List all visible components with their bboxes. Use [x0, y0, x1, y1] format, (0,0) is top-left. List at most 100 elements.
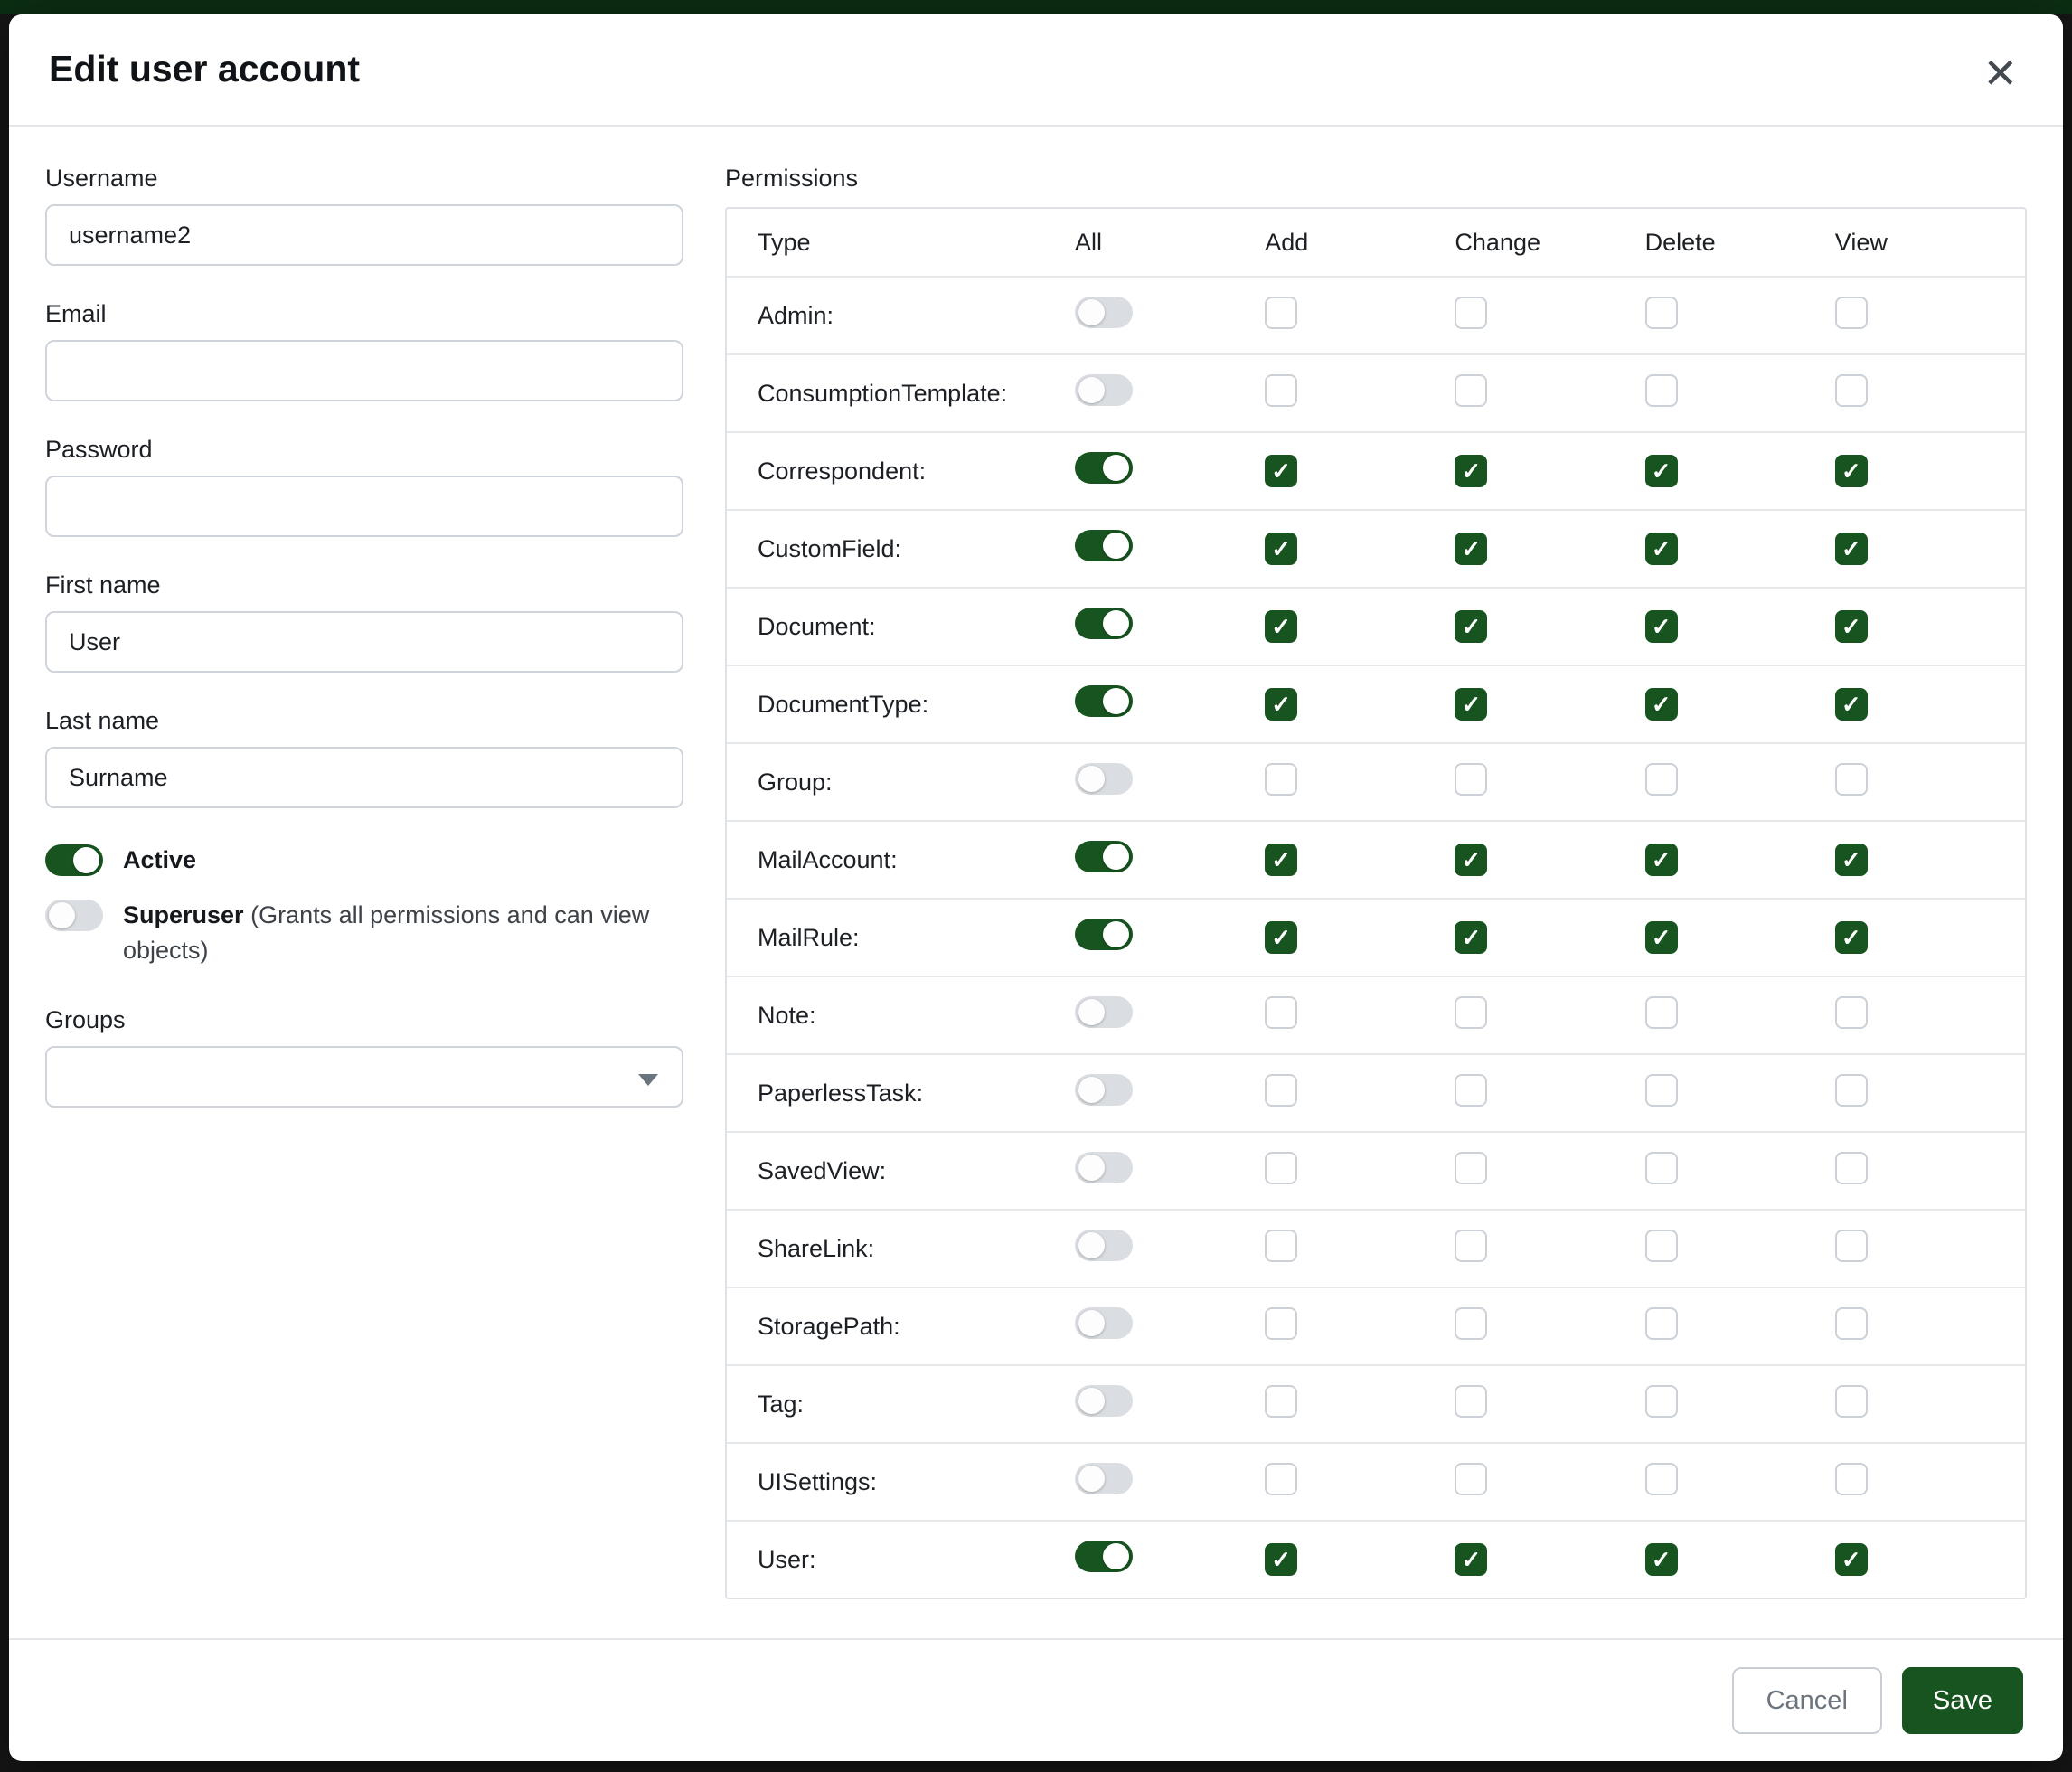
permission-view-checkbox[interactable]: [1835, 1385, 1868, 1418]
permission-all-toggle[interactable]: [1075, 841, 1133, 872]
permission-change-checkbox[interactable]: [1455, 1307, 1487, 1340]
permission-add-checkbox[interactable]: [1265, 374, 1297, 407]
permission-view-checkbox[interactable]: [1835, 996, 1868, 1029]
permission-all-toggle[interactable]: [1075, 608, 1133, 639]
permission-delete-checkbox[interactable]: [1645, 996, 1678, 1029]
permission-add-checkbox[interactable]: [1265, 921, 1297, 954]
permission-all-toggle[interactable]: [1075, 530, 1133, 561]
permission-view-checkbox[interactable]: [1835, 1074, 1868, 1107]
permission-all-toggle[interactable]: [1075, 374, 1133, 406]
permission-change-checkbox[interactable]: [1455, 996, 1487, 1029]
permission-add-checkbox[interactable]: [1265, 1307, 1297, 1340]
permission-add-checkbox[interactable]: [1265, 297, 1297, 329]
permission-all-toggle[interactable]: [1075, 1074, 1133, 1106]
permission-add-checkbox[interactable]: [1265, 1230, 1297, 1262]
permission-delete-checkbox[interactable]: [1645, 610, 1678, 643]
permission-type: Note:: [727, 1002, 1075, 1030]
permission-view-checkbox[interactable]: [1835, 688, 1868, 721]
permission-delete-checkbox[interactable]: [1645, 921, 1678, 954]
permission-add-checkbox[interactable]: [1265, 763, 1297, 796]
permission-delete-checkbox[interactable]: [1645, 1543, 1678, 1576]
permission-view-checkbox[interactable]: [1835, 374, 1868, 407]
permission-add-checkbox[interactable]: [1265, 1385, 1297, 1418]
permission-change-checkbox[interactable]: [1455, 374, 1487, 407]
permission-view-checkbox[interactable]: [1835, 1543, 1868, 1576]
permission-add-checkbox[interactable]: [1265, 455, 1297, 487]
permission-view-checkbox[interactable]: [1835, 610, 1868, 643]
email-field[interactable]: [45, 340, 683, 401]
permission-add-checkbox[interactable]: [1265, 1543, 1297, 1576]
close-button[interactable]: ✕: [1977, 49, 2023, 98]
active-toggle[interactable]: [45, 844, 103, 876]
permission-add-checkbox[interactable]: [1265, 844, 1297, 876]
permission-all-toggle[interactable]: [1075, 1307, 1133, 1339]
superuser-toggle[interactable]: [45, 900, 103, 931]
permission-view-checkbox[interactable]: [1835, 297, 1868, 329]
permission-delete-checkbox[interactable]: [1645, 844, 1678, 876]
permission-change-checkbox[interactable]: [1455, 1152, 1487, 1184]
permission-all-toggle[interactable]: [1075, 1385, 1133, 1417]
permission-all-toggle[interactable]: [1075, 1152, 1133, 1183]
permission-change-checkbox[interactable]: [1455, 455, 1487, 487]
permission-all-toggle[interactable]: [1075, 1230, 1133, 1261]
permission-view-checkbox[interactable]: [1835, 455, 1868, 487]
permission-change-checkbox[interactable]: [1455, 1074, 1487, 1107]
permission-all-toggle[interactable]: [1075, 452, 1133, 484]
permission-change-checkbox[interactable]: [1455, 763, 1487, 796]
save-button[interactable]: Save: [1902, 1667, 2023, 1734]
permission-delete-checkbox[interactable]: [1645, 455, 1678, 487]
permission-delete-checkbox[interactable]: [1645, 297, 1678, 329]
permission-view-checkbox[interactable]: [1835, 1307, 1868, 1340]
permission-add-checkbox[interactable]: [1265, 533, 1297, 565]
permission-delete-checkbox[interactable]: [1645, 688, 1678, 721]
permission-change-checkbox[interactable]: [1455, 297, 1487, 329]
permission-delete-checkbox[interactable]: [1645, 1074, 1678, 1107]
permission-change-checkbox[interactable]: [1455, 921, 1487, 954]
permission-change-checkbox[interactable]: [1455, 688, 1487, 721]
permission-change-checkbox[interactable]: [1455, 1385, 1487, 1418]
permission-all-toggle[interactable]: [1075, 685, 1133, 717]
permission-view-checkbox[interactable]: [1835, 533, 1868, 565]
permission-view-checkbox[interactable]: [1835, 763, 1868, 796]
permission-delete-checkbox[interactable]: [1645, 763, 1678, 796]
permission-view-checkbox[interactable]: [1835, 1463, 1868, 1495]
permission-add-checkbox[interactable]: [1265, 610, 1297, 643]
permission-view-checkbox[interactable]: [1835, 1152, 1868, 1184]
permission-change-checkbox[interactable]: [1455, 1463, 1487, 1495]
permission-add-checkbox[interactable]: [1265, 1152, 1297, 1184]
permission-delete-checkbox[interactable]: [1645, 374, 1678, 407]
permission-delete-checkbox[interactable]: [1645, 1230, 1678, 1262]
permission-delete-checkbox[interactable]: [1645, 1307, 1678, 1340]
permission-view-checkbox[interactable]: [1835, 1230, 1868, 1262]
permission-all-toggle[interactable]: [1075, 996, 1133, 1028]
permission-all-toggle[interactable]: [1075, 763, 1133, 795]
permission-change-checkbox[interactable]: [1455, 1230, 1487, 1262]
permission-all-toggle[interactable]: [1075, 919, 1133, 950]
permission-all-toggle[interactable]: [1075, 1463, 1133, 1494]
permission-delete-checkbox[interactable]: [1645, 1152, 1678, 1184]
permission-delete-checkbox[interactable]: [1645, 533, 1678, 565]
groups-select[interactable]: [45, 1046, 683, 1108]
permission-view-checkbox[interactable]: [1835, 921, 1868, 954]
permission-add-checkbox[interactable]: [1265, 996, 1297, 1029]
username-input[interactable]: [45, 204, 683, 266]
permission-all-toggle[interactable]: [1075, 297, 1133, 328]
toggle-knob: [1078, 1232, 1105, 1258]
permission-add-checkbox[interactable]: [1265, 1074, 1297, 1107]
last-name-input[interactable]: [45, 747, 683, 808]
permission-delete-checkbox[interactable]: [1645, 1385, 1678, 1418]
last-name-field-group: Last name: [45, 707, 683, 808]
permission-type: StoragePath:: [727, 1313, 1075, 1341]
permission-change-checkbox[interactable]: [1455, 533, 1487, 565]
cancel-button[interactable]: Cancel: [1732, 1667, 1882, 1734]
permission-all-toggle[interactable]: [1075, 1541, 1133, 1572]
permission-change-checkbox[interactable]: [1455, 844, 1487, 876]
permission-delete-checkbox[interactable]: [1645, 1463, 1678, 1495]
permission-change-checkbox[interactable]: [1455, 1543, 1487, 1576]
permission-view-checkbox[interactable]: [1835, 844, 1868, 876]
permission-add-checkbox[interactable]: [1265, 688, 1297, 721]
permission-add-checkbox[interactable]: [1265, 1463, 1297, 1495]
first-name-input[interactable]: [45, 611, 683, 673]
password-field[interactable]: [45, 476, 683, 537]
permission-change-checkbox[interactable]: [1455, 610, 1487, 643]
